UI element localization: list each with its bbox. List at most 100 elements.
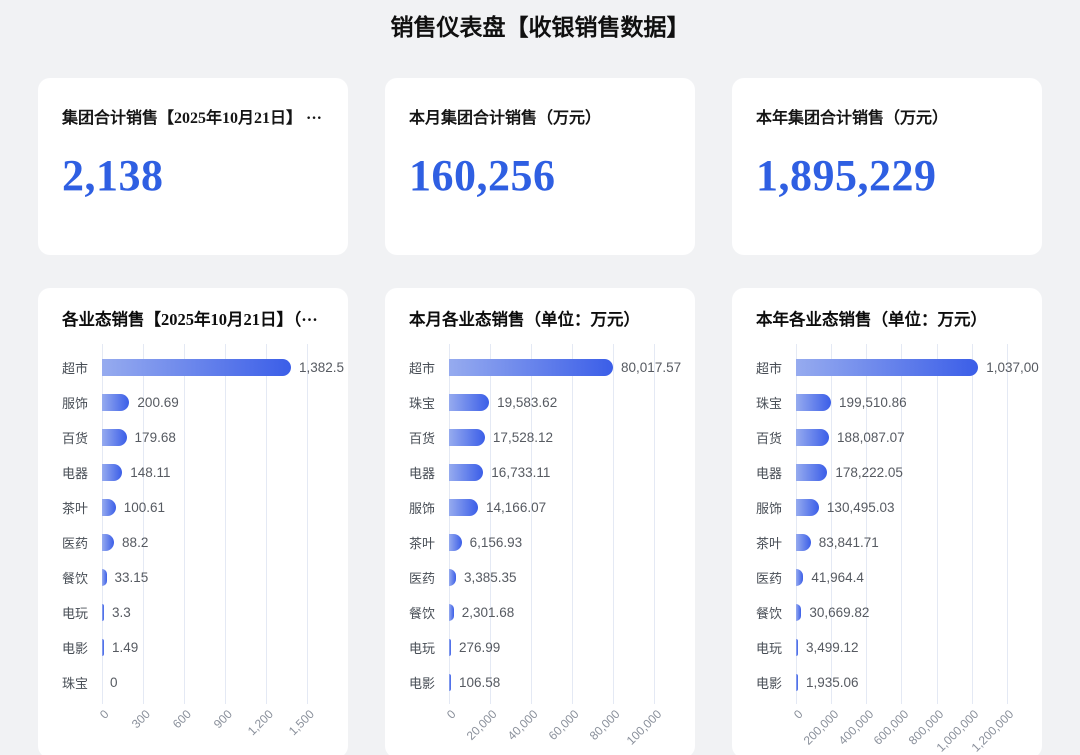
tick-label: 600,000 xyxy=(870,707,912,748)
bar[interactable] xyxy=(796,639,798,656)
bar[interactable] xyxy=(449,639,451,656)
category-label: 茶叶 xyxy=(756,536,783,551)
chart-row-item: 茶叶 6,156.93 xyxy=(409,525,695,560)
dashboard-page: 销售仪表盘【收银销售数据】 集团合计销售【2025年10月21日】 ··· 2,… xyxy=(0,0,1080,755)
tick-label: 0 xyxy=(791,707,806,722)
bar[interactable] xyxy=(796,429,830,446)
chart-row-item: 茶叶 100.61 xyxy=(62,490,348,525)
value-label: 3,385.35 xyxy=(463,570,517,585)
kpi-card-title: 本月集团合计销售（万元） xyxy=(409,110,602,127)
tick-label: 900 xyxy=(210,707,235,732)
bar[interactable] xyxy=(449,429,485,446)
bar[interactable] xyxy=(796,604,802,621)
value-label: 88.2 xyxy=(122,535,149,550)
bar[interactable] xyxy=(449,674,451,691)
category-label: 医药 xyxy=(62,536,89,551)
bar-area: 17,528.12 xyxy=(449,429,695,446)
bar[interactable] xyxy=(796,569,804,586)
bar[interactable] xyxy=(102,429,127,446)
chart-row-item: 茶叶 83,841.71 xyxy=(756,525,1042,560)
bar[interactable] xyxy=(796,359,979,376)
bar[interactable] xyxy=(449,394,490,411)
bar[interactable] xyxy=(796,394,832,411)
chart-row-item: 医药 88.2 xyxy=(62,525,348,560)
category-label: 餐饮 xyxy=(62,571,89,586)
value-label: 3,499.12 xyxy=(806,640,859,655)
bar-area: 14,166.07 xyxy=(449,499,695,516)
bar[interactable] xyxy=(102,639,104,656)
bar[interactable] xyxy=(796,534,811,551)
bar-area: 6,156.93 xyxy=(449,534,695,551)
chart-x-axis: 0 200,000 400,000 600,000 800,000 1,000,000 1,… xyxy=(791,700,1042,755)
tick-label: 1,500 xyxy=(285,707,317,739)
value-label: 3.3 xyxy=(112,605,131,620)
kpi-card-title: 本年集团合计销售（万元） xyxy=(756,110,949,127)
value-label: 1,382.5 xyxy=(298,360,344,375)
bar-area: 3,499.12 xyxy=(796,639,1042,656)
bar[interactable] xyxy=(449,569,456,586)
value-label: 106.58 xyxy=(459,675,501,690)
bar[interactable] xyxy=(449,499,479,516)
chart-row-item: 百货 17,528.12 xyxy=(409,420,695,455)
bar-area: 148.11 xyxy=(102,464,348,481)
value-label: 80,017.57 xyxy=(621,360,682,375)
bar-area: 33.15 xyxy=(102,569,348,586)
bar[interactable] xyxy=(449,464,484,481)
category-label: 珠宝 xyxy=(409,396,436,411)
kpi-card-month-total: 本月集团合计销售（万元） 160,256 xyxy=(385,78,695,255)
chart-row-item: 电玩 276.99 xyxy=(409,630,695,665)
chart-title: 本月各业态销售（单位：万元） xyxy=(409,310,640,329)
kpi-card-title: 集团合计销售【2025年10月21日】 ··· xyxy=(62,110,323,127)
bar[interactable] xyxy=(796,464,828,481)
bar[interactable] xyxy=(102,359,291,376)
bar[interactable] xyxy=(102,569,107,586)
bar-area: 188,087.07 xyxy=(796,429,1042,446)
value-label: 41,964.4 xyxy=(811,570,864,585)
chart-row-item: 医药 41,964.4 xyxy=(756,560,1042,595)
value-label: 17,528.12 xyxy=(492,430,553,445)
bar[interactable] xyxy=(449,604,454,621)
bar[interactable] xyxy=(796,674,798,691)
bar-chart-month: 超市 80,017.57 珠宝 19,583.62 百货 17,528.12 电器 16,73… xyxy=(409,344,695,748)
bar-area: 19,583.62 xyxy=(449,394,695,411)
category-label: 珠宝 xyxy=(62,676,89,691)
bar[interactable] xyxy=(102,604,104,621)
chart-row-item: 服饰 200.69 xyxy=(62,385,348,420)
bar-area: 1.49 xyxy=(102,639,348,656)
category-label: 电影 xyxy=(62,641,89,656)
chart-title: 各业态销售【2025年10月21日】（··· xyxy=(62,310,318,329)
value-label: 148.11 xyxy=(130,465,171,480)
bar-area: 3,385.35 xyxy=(449,569,695,586)
tick-label: 0 xyxy=(97,707,112,722)
category-label: 电玩 xyxy=(409,641,436,656)
chart-row-item: 餐饮 33.15 xyxy=(62,560,348,595)
value-label: 33.15 xyxy=(114,570,149,585)
bar[interactable] xyxy=(102,534,115,551)
bar[interactable] xyxy=(102,394,130,411)
bar-area: 80,017.57 xyxy=(449,359,695,376)
value-label: 1.49 xyxy=(112,640,139,655)
category-label: 百货 xyxy=(62,431,89,446)
bar-area: 1,037,00 xyxy=(796,359,1042,376)
value-label: 200.69 xyxy=(137,395,179,410)
chart-row-item: 服饰 14,166.07 xyxy=(409,490,695,525)
category-label: 电影 xyxy=(409,676,436,691)
bar[interactable] xyxy=(102,464,123,481)
category-label: 服饰 xyxy=(62,396,89,411)
bar[interactable] xyxy=(102,499,116,516)
category-label: 超市 xyxy=(756,361,783,376)
kpi-row: 集团合计销售【2025年10月21日】 ··· 2,138 本月集团合计销售（万… xyxy=(38,78,1042,255)
value-label: 188,087.07 xyxy=(837,430,905,445)
bar[interactable] xyxy=(796,499,819,516)
bar-area: 3.3 xyxy=(102,604,348,621)
bar-area: 179.68 xyxy=(102,429,348,446)
bar-area: 178,222.05 xyxy=(796,464,1042,481)
bar[interactable] xyxy=(449,359,614,376)
bar-area: 16,733.11 xyxy=(449,464,695,481)
category-label: 电器 xyxy=(62,466,89,481)
chart-row: 各业态销售【2025年10月21日】（··· 超市 1,382.5 服饰 200.69… xyxy=(38,288,1042,755)
chart-row-item: 餐饮 2,301.68 xyxy=(409,595,695,630)
bar[interactable] xyxy=(449,534,462,551)
tick-label: 300 xyxy=(128,707,153,732)
category-label: 电玩 xyxy=(756,641,783,656)
